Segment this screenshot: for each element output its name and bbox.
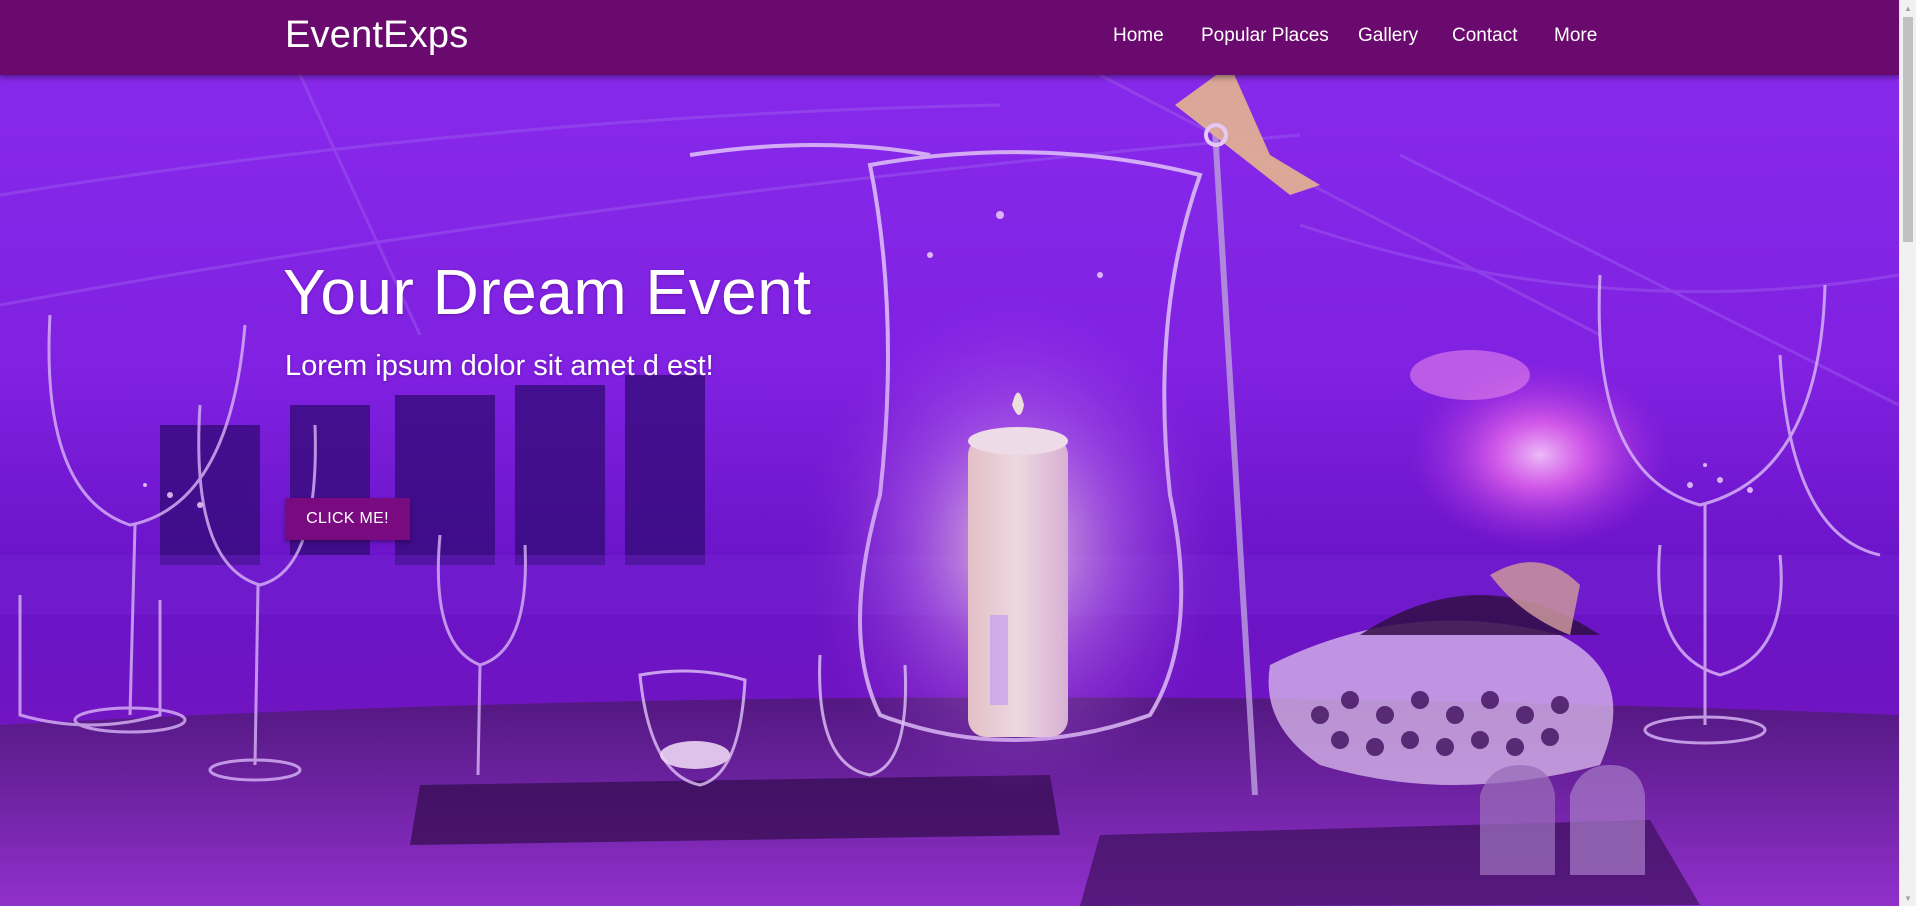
scroll-down-arrow-icon[interactable]: ▼ xyxy=(1900,890,1916,906)
hero-subtitle: Lorem ipsum dolor sit amet d est! xyxy=(285,350,714,382)
click-me-button[interactable]: CLICK ME! xyxy=(285,498,410,540)
hero-section: Your Dream Event Lorem ipsum dolor sit a… xyxy=(0,75,1899,906)
vertical-scrollbar[interactable]: ▲ ▼ xyxy=(1899,0,1916,906)
nav-link-popular-places[interactable]: Popular Places xyxy=(1201,25,1329,47)
hero-title: Your Dream Event xyxy=(283,256,812,328)
scrollbar-thumb[interactable] xyxy=(1903,17,1913,242)
brand-logo[interactable]: EventExps xyxy=(285,14,468,57)
navbar: EventExps Home Popular Places Gallery Co… xyxy=(0,0,1899,75)
scroll-up-arrow-icon[interactable]: ▲ xyxy=(1900,0,1916,16)
page: Your Dream Event Lorem ipsum dolor sit a… xyxy=(0,0,1899,906)
nav-link-contact[interactable]: Contact xyxy=(1452,25,1517,47)
hero-background-image xyxy=(0,75,1899,906)
nav-link-more[interactable]: More xyxy=(1554,25,1597,47)
nav-link-gallery[interactable]: Gallery xyxy=(1358,25,1418,47)
nav-link-home[interactable]: Home xyxy=(1113,25,1164,47)
